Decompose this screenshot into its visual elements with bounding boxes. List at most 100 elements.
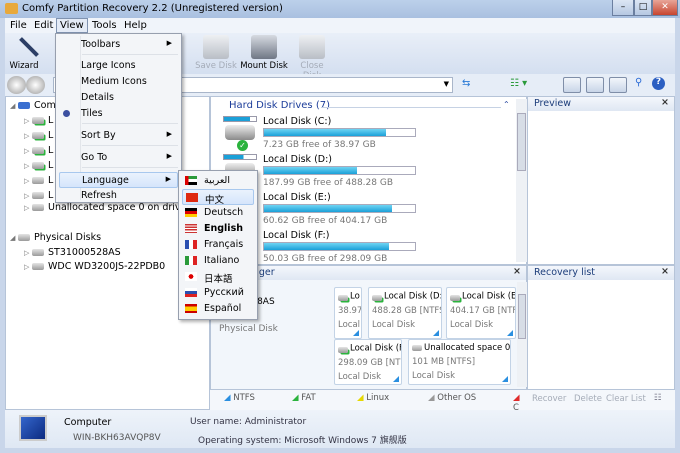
view-menu-item[interactable]: Language ▶ xyxy=(59,172,178,188)
view-menu-item[interactable]: Medium Icons xyxy=(59,74,178,90)
recovery-toolbar: Recover Delete Clear List ☷ xyxy=(527,390,675,410)
chevron-right-icon: ▶ xyxy=(166,130,172,138)
disk-tile[interactable]: Local Disk (E:) 60.62 GB free of 404.17 … xyxy=(223,192,513,228)
recover-button[interactable]: Recover xyxy=(532,394,566,404)
legend-swatch-icon: ◢ xyxy=(357,393,364,403)
language-item[interactable]: Русский xyxy=(182,285,254,301)
disk-view-icon[interactable] xyxy=(563,77,581,93)
scrollbar[interactable] xyxy=(517,282,527,387)
view-menu-item[interactable]: Tiles xyxy=(59,106,178,122)
view-menu-item[interactable]: Large Icons xyxy=(59,58,178,74)
scrollbar[interactable] xyxy=(516,99,527,262)
flag-icon xyxy=(185,224,197,233)
language-item[interactable]: 日本語 xyxy=(182,269,254,285)
mount-disk-button[interactable]: Mount Disk xyxy=(239,35,289,71)
view-menu-item[interactable]: Go To ▶ xyxy=(59,150,178,166)
language-item[interactable]: Español xyxy=(182,301,254,317)
close-icon[interactable]: × xyxy=(661,97,669,108)
partition-tile[interactable]: Unallocated space 0 on 101 MB [NTFS]Loca… xyxy=(408,339,511,385)
language-item[interactable]: Deutsch xyxy=(182,205,254,221)
free-space: 50.03 GB free of 298.09 GB xyxy=(263,254,388,264)
view-menu-item[interactable]: Details xyxy=(59,90,178,106)
menu-edit[interactable]: Edit xyxy=(31,19,56,32)
menu-bar: File Edit View Tools Help xyxy=(5,18,675,33)
legend-item: ◢ FAT xyxy=(292,393,316,403)
tree-item-volume[interactable]: ▷ L xyxy=(24,145,53,156)
tree-item-volume[interactable]: ▷ L xyxy=(24,115,53,126)
disk-tile[interactable]: Local Disk (F:) 50.03 GB free of 298.09 … xyxy=(223,230,513,266)
usage-bar xyxy=(263,204,416,213)
tree-item-volume[interactable]: ▷ L xyxy=(24,160,53,171)
language-item[interactable]: Italiano xyxy=(182,253,254,269)
view-menu-item[interactable]: Sort By ▶ xyxy=(59,128,178,144)
legend-item: ◢ Other OS xyxy=(428,393,477,403)
tree-item-volume[interactable]: ▷ L xyxy=(24,190,53,201)
partition-tile[interactable]: Local Disk (D:) 488.28 GB [NTFS] Local Di… xyxy=(368,287,442,339)
tree-item-disk[interactable]: ▷ WDC WD3200JS-22PDB0 xyxy=(24,261,165,272)
maximize-button[interactable]: □ xyxy=(634,0,652,16)
recovery-list-pane: Recovery list × xyxy=(527,265,675,390)
view-menu-item[interactable]: Refresh xyxy=(59,188,178,204)
legend-bar: ◢ NTFS ◢ FAT ◢ Linux ◢ Other OS ◢ C xyxy=(210,390,527,413)
delete-button[interactable]: Delete xyxy=(574,394,602,404)
flag-icon xyxy=(186,193,198,202)
menu-separator xyxy=(82,167,178,168)
close-button[interactable]: ✕ xyxy=(652,0,678,16)
menu-separator xyxy=(82,123,178,124)
wizard-label: Wizard xyxy=(9,61,39,71)
window-title: Comfy Partition Recovery 2.2 (Unregister… xyxy=(22,3,283,14)
disk-tile[interactable]: Local Disk (D:) 187.99 GB free of 488.28… xyxy=(223,154,513,190)
settings-icon[interactable]: ☷ xyxy=(654,393,662,403)
save-disk-icon xyxy=(203,35,229,59)
tree-item-computer[interactable]: ◢ Com xyxy=(10,100,56,111)
close-icon[interactable]: × xyxy=(513,266,521,277)
hard-disk-icon xyxy=(225,125,255,140)
check-icon: ✓ xyxy=(237,140,248,151)
navigate-icon[interactable]: ⇆ xyxy=(462,78,470,89)
partition-tile[interactable]: Lo 38.97 Local xyxy=(334,287,362,339)
language-item[interactable]: 中文 xyxy=(182,189,254,206)
panel-view-icon[interactable] xyxy=(586,77,604,93)
disk-tile[interactable]: Local Disk (C:) 7.23 GB free of 38.97 GB xyxy=(223,116,513,152)
search-icon[interactable]: ⚲ xyxy=(635,77,642,88)
disk-name: Local Disk (C:) xyxy=(263,116,332,127)
flag-icon xyxy=(185,176,197,185)
tree-item-disk[interactable]: ▷ ST31000528AS xyxy=(24,247,121,258)
help-icon[interactable]: ? xyxy=(652,77,665,90)
language-item[interactable]: العربية xyxy=(182,173,254,189)
tree-item-volume[interactable]: ▷ L xyxy=(24,130,53,141)
flag-icon xyxy=(185,256,197,265)
flag-icon xyxy=(185,272,197,281)
mount-disk-icon xyxy=(251,35,277,59)
tree-item-physical-disks[interactable]: ◢ Physical Disks xyxy=(10,232,101,243)
flag-icon xyxy=(185,208,197,217)
language-item[interactable]: Français xyxy=(182,237,254,253)
chevron-down-icon[interactable]: ▼ xyxy=(444,80,449,88)
view-options-icon[interactable]: ☷ ▾ xyxy=(510,78,527,89)
computer-icon xyxy=(19,415,47,441)
language-item[interactable]: English xyxy=(182,221,254,237)
language-submenu: العربية 中文 Deutsch English Français Italiano 日… xyxy=(178,170,258,320)
menu-view[interactable]: View xyxy=(56,18,88,33)
view-menu-item[interactable]: Toolbars ▶ xyxy=(59,37,178,53)
divider xyxy=(321,107,501,108)
wizard-button[interactable]: Wizard xyxy=(7,35,41,71)
save-disk-button[interactable]: Save Disk xyxy=(195,35,237,71)
close-icon[interactable]: × xyxy=(661,266,669,277)
menu-file[interactable]: File xyxy=(7,19,30,32)
partition-tile[interactable]: Local Disk (F: 298.09 GB [NTFS]Local Dis… xyxy=(334,339,402,385)
pane-title: Recovery list xyxy=(534,267,596,278)
collapse-icon[interactable]: ⌃ xyxy=(503,100,510,109)
menu-help[interactable]: Help xyxy=(121,19,150,32)
legend-item: ◢ Linux xyxy=(357,393,390,403)
save-icon[interactable] xyxy=(609,77,627,93)
partition-tile[interactable]: Local Disk (E 404.17 GB [NTF: Local Disk xyxy=(446,287,516,339)
minimize-button[interactable]: – xyxy=(612,0,634,16)
disk-name: Local Disk (D:) xyxy=(263,154,332,165)
legend-item: ◢ NTFS xyxy=(224,393,255,403)
binoculars-icon[interactable] xyxy=(7,76,47,94)
menu-tools[interactable]: Tools xyxy=(89,19,120,32)
chevron-right-icon: ▶ xyxy=(165,175,171,183)
clear-list-button[interactable]: Clear List xyxy=(606,394,646,404)
tree-item-volume[interactable]: ▷ L xyxy=(24,175,53,186)
